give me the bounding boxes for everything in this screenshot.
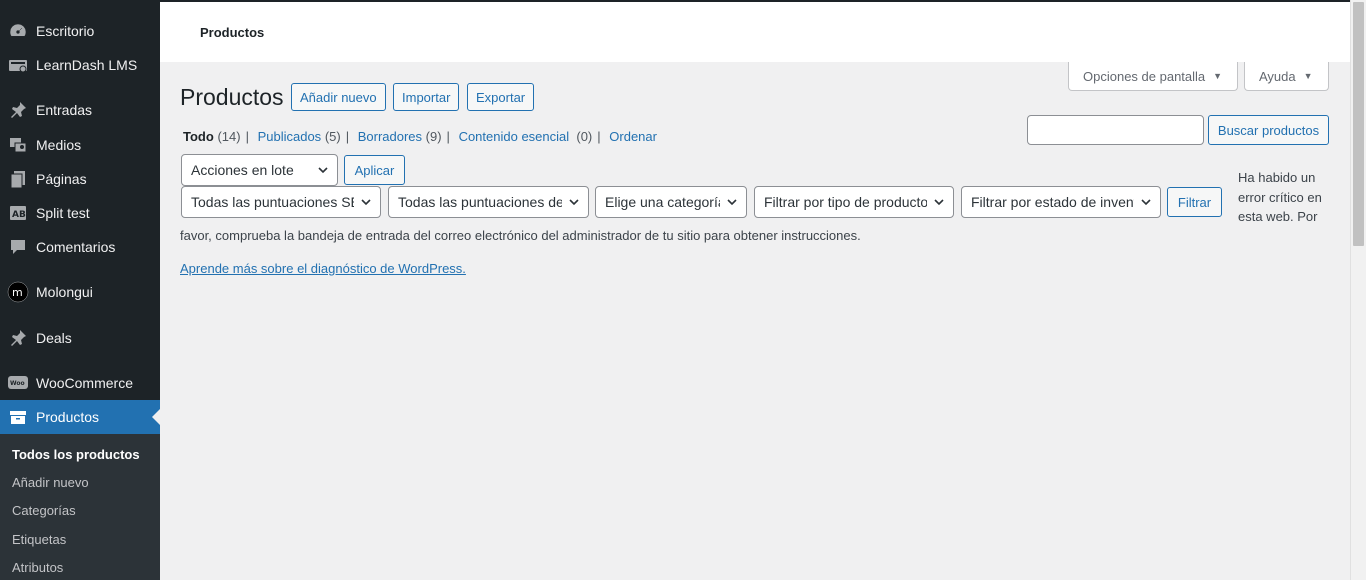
sidebar-item-label: Entradas [36, 102, 93, 118]
view-cornerstone-count: (0) [576, 129, 593, 144]
error-text: esta web. Por [1238, 209, 1318, 224]
help-button[interactable]: Ayuda ▼ [1244, 62, 1329, 91]
sidebar-item-label: Comentarios [36, 239, 116, 255]
apply-button[interactable]: Aplicar [344, 155, 405, 185]
critical-error-message: Ha habido un error crítico en esta web. … [1238, 168, 1338, 227]
sidebar-item-label: Molongui [36, 284, 93, 300]
separator: | [345, 129, 350, 144]
seo-score-filter[interactable]: Todas las puntuaciones SEO [181, 186, 381, 218]
product-type-filter[interactable]: Filtrar por tipo de producto [754, 186, 954, 218]
bulk-actions-value: Acciones en lote [191, 162, 294, 178]
filter-button[interactable]: Filtrar [1167, 187, 1222, 217]
sidebar-item-molongui[interactable]: m Molongui [0, 275, 160, 309]
sidebar-item-label: LearnDash LMS [36, 57, 138, 73]
sidebar-item-learndash[interactable]: LearnDash LMS [0, 48, 160, 82]
chevron-down-icon [361, 199, 371, 206]
dashboard-icon [0, 21, 36, 41]
admin-sidebar: Escritorio LearnDash LMS Entradas Medios… [0, 0, 160, 580]
chevron-down-icon [1141, 199, 1151, 206]
category-filter[interactable]: Elige una categoría [595, 186, 747, 218]
view-all-count: (14) [217, 129, 241, 144]
submenu-item-etiquetas[interactable]: Etiquetas [12, 532, 66, 547]
wordpress-debugging-link[interactable]: Aprende más sobre el diagnóstico de Word… [180, 261, 466, 276]
sidebar-item-entradas[interactable]: Entradas [0, 93, 160, 127]
stock-status-value: Filtrar por estado de inventario [971, 194, 1134, 210]
sidebar-item-label: Medios [36, 137, 82, 153]
readability-score-filter[interactable]: Todas las puntuaciones de legibilidad [388, 186, 589, 218]
svg-text:Woo: Woo [10, 380, 25, 387]
sidebar-item-comentarios[interactable]: Comentarios [0, 230, 160, 264]
view-all[interactable]: Todo [183, 129, 214, 144]
add-new-button[interactable]: Añadir nuevo [291, 83, 386, 111]
separator: | [446, 129, 450, 144]
woocommerce-icon: Woo [0, 374, 36, 392]
sidebar-item-paginas[interactable]: Páginas [0, 162, 160, 196]
separator: | [245, 129, 249, 144]
submenu-item-todos-productos[interactable]: Todos los productos [12, 447, 140, 462]
page-title: Productos [180, 84, 284, 110]
screen-options-button[interactable]: Opciones de pantalla ▼ [1068, 62, 1238, 91]
view-published[interactable]: Publicados [258, 129, 322, 144]
readability-score-value: Todas las puntuaciones de legibilidad [398, 194, 562, 210]
svg-text:AB: AB [12, 210, 26, 220]
scrollbar-thumb[interactable] [1353, 2, 1364, 246]
sidebar-item-label: Deals [36, 330, 72, 346]
category-value: Elige una categoría [605, 194, 720, 210]
chevron-down-icon [934, 199, 944, 206]
sidebar-item-label: WooCommerce [36, 375, 133, 391]
submenu-item-anadir-nuevo[interactable]: Añadir nuevo [12, 475, 89, 490]
help-label: Ayuda [1259, 68, 1296, 84]
sidebar-item-productos[interactable]: Productos [0, 400, 160, 434]
screen-options-label: Opciones de pantalla [1083, 68, 1206, 84]
product-type-value: Filtrar por tipo de producto [764, 194, 927, 210]
chevron-down-icon [727, 199, 737, 206]
status-views: Todo (14) | Publicados (5) | Borradores (9… [183, 129, 657, 144]
page-header-bar: Productos [160, 0, 1350, 62]
chevron-down-icon [569, 199, 579, 206]
caret-down-icon: ▼ [1303, 71, 1313, 81]
export-button[interactable]: Exportar [467, 83, 535, 111]
sidebar-item-label: Productos [36, 409, 100, 425]
stock-status-filter[interactable]: Filtrar por estado de inventario [961, 186, 1161, 218]
chevron-down-icon [318, 167, 328, 174]
import-button[interactable]: Importar [393, 83, 460, 111]
caret-down-icon: ▼ [1213, 71, 1223, 81]
bulk-actions-select[interactable]: Acciones en lote [181, 154, 338, 186]
view-sort[interactable]: Ordenar [609, 129, 657, 144]
productos-submenu: Todos los productos Añadir nuevo Categor… [0, 434, 160, 580]
seo-score-value: Todas las puntuaciones SEO [191, 194, 354, 210]
sidebar-item-woocommerce[interactable]: Woo WooCommerce [0, 366, 160, 400]
search-products-button[interactable]: Buscar productos [1208, 115, 1329, 145]
sidebar-item-deals[interactable]: Deals [0, 321, 160, 355]
learndash-icon [0, 55, 36, 75]
sidebar-item-escritorio[interactable]: Escritorio [0, 14, 160, 48]
comments-icon [0, 237, 36, 257]
search-input[interactable] [1027, 115, 1204, 145]
pages-icon [0, 169, 36, 189]
view-drafts-count: (9) [425, 129, 442, 144]
submenu-item-categorias[interactable]: Categorías [12, 503, 76, 518]
error-text: favor, comprueba la bandeja de entrada d… [180, 228, 861, 243]
ab-test-icon: AB [0, 203, 36, 223]
header-title: Productos [200, 25, 265, 40]
sidebar-item-label: Páginas [36, 171, 87, 187]
view-drafts[interactable]: Borradores [358, 129, 422, 144]
separator: | [597, 129, 601, 144]
view-cornerstone[interactable]: Contenido esencial [459, 129, 570, 144]
sidebar-item-medios[interactable]: Medios [0, 128, 160, 162]
submenu-item-atributos[interactable]: Atributos [12, 560, 63, 575]
error-text: Ha habido un [1238, 170, 1316, 185]
sidebar-item-label: Escritorio [36, 23, 95, 39]
pin-icon [0, 328, 36, 348]
sidebar-item-split-test[interactable]: AB Split test [0, 196, 160, 230]
molongui-icon: m [0, 281, 36, 303]
vertical-scrollbar[interactable] [1350, 0, 1366, 580]
media-icon [0, 135, 36, 155]
view-published-count: (5) [324, 129, 341, 144]
archive-icon [0, 407, 36, 427]
error-text: error crítico en [1238, 189, 1322, 205]
pin-icon [0, 100, 36, 120]
svg-text:m: m [12, 286, 23, 299]
sidebar-item-label: Split test [36, 205, 90, 221]
